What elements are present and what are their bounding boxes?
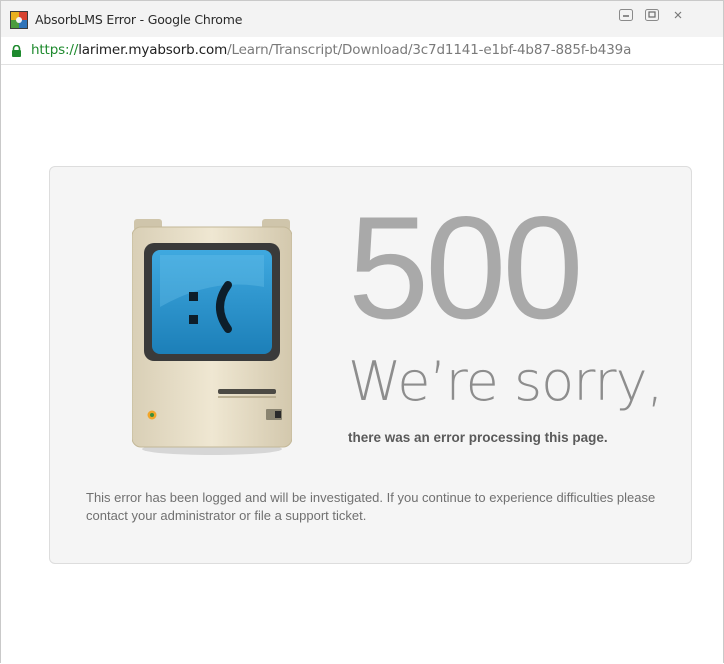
error-headline: We’re sorry, xyxy=(348,350,664,413)
url-text[interactable]: https://larimer.myabsorb.com/Learn/Trans… xyxy=(31,42,631,58)
close-button[interactable] xyxy=(665,4,691,26)
error-panel: 500 We’re sorry, there was an error proc… xyxy=(49,166,692,564)
url-scheme: https:// xyxy=(31,42,79,58)
page-content: 500 We’re sorry, there was an error proc… xyxy=(1,66,723,664)
window-controls xyxy=(613,4,691,30)
minimize-button[interactable] xyxy=(613,4,639,26)
maximize-icon xyxy=(645,9,659,21)
maximize-button[interactable] xyxy=(639,4,665,26)
minimize-icon xyxy=(619,9,633,21)
browser-window: AbsorbLMS Error - Google Chrome https://… xyxy=(0,0,724,664)
sad-mac-computer-icon xyxy=(132,219,292,455)
url-host: larimer.myabsorb.com xyxy=(78,42,228,58)
close-icon xyxy=(674,11,682,19)
lock-icon xyxy=(12,45,21,57)
url-path: /Learn/Transcript/Download/3c7d1141-e1bf… xyxy=(227,42,632,58)
window-title: AbsorbLMS Error - Google Chrome xyxy=(35,12,243,27)
error-note: This error has been logged and will be i… xyxy=(86,490,656,523)
address-bar[interactable]: https://larimer.myabsorb.com/Learn/Trans… xyxy=(1,37,723,65)
error-subheadline: there was an error processing this page. xyxy=(348,430,608,445)
error-code: 500 xyxy=(348,186,584,349)
absorb-app-icon xyxy=(10,11,28,29)
title-bar[interactable]: AbsorbLMS Error - Google Chrome xyxy=(1,1,723,37)
